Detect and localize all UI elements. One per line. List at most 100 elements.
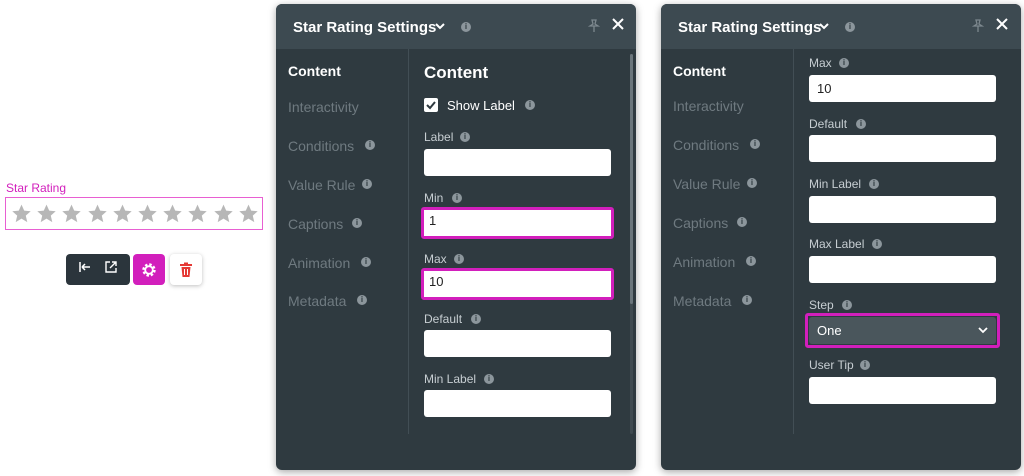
- info-icon: i: [461, 22, 471, 32]
- star-icon[interactable]: [135, 202, 160, 226]
- default-field-label: Default: [424, 312, 463, 326]
- info-icon: i: [352, 218, 362, 228]
- user-tip-field-label: User Tip: [809, 358, 854, 372]
- nav-metadata[interactable]: Metadata: [288, 293, 346, 309]
- info-icon: i: [742, 295, 752, 305]
- settings-button[interactable]: [133, 254, 165, 285]
- min-input[interactable]: 1: [421, 207, 614, 239]
- star-icon[interactable]: [59, 202, 84, 226]
- external-link-icon[interactable]: [104, 260, 118, 279]
- panel-divider: [793, 49, 794, 434]
- panel-title: Star Rating Settings: [293, 19, 437, 36]
- star-icon[interactable]: [9, 202, 34, 226]
- step-select[interactable]: One: [809, 317, 996, 344]
- info-icon: i: [361, 257, 371, 267]
- max-input[interactable]: 10: [421, 268, 614, 300]
- min-field-label: Min: [424, 191, 444, 205]
- info-icon: i: [839, 58, 849, 68]
- info-icon: i: [842, 300, 852, 310]
- info-icon: i: [872, 239, 882, 249]
- panel-header: Star Rating Settings i: [661, 4, 1021, 49]
- min-label-field-label: Min Label: [424, 372, 477, 386]
- star-icon[interactable]: [236, 202, 261, 226]
- info-icon: i: [737, 217, 747, 227]
- info-icon: i: [454, 254, 464, 264]
- nav-captions[interactable]: Captions: [673, 215, 728, 231]
- star-rating-widget[interactable]: [5, 197, 263, 230]
- settings-panel-1: Star Rating Settings i Content Interacti…: [276, 4, 636, 470]
- info-icon: i: [357, 295, 367, 305]
- info-icon: i: [856, 119, 866, 129]
- chevron-down-icon[interactable]: [434, 21, 446, 31]
- star-icon[interactable]: [85, 202, 110, 226]
- show-label-text: Show Label: [447, 98, 515, 113]
- star-icon[interactable]: [211, 202, 236, 226]
- chevron-down-icon: [978, 327, 988, 334]
- nav-value-rule[interactable]: Value Rule: [288, 177, 355, 193]
- widget-label: Star Rating: [6, 181, 67, 195]
- info-icon: i: [471, 314, 481, 324]
- default-input[interactable]: [424, 330, 611, 357]
- widget-toolbar: [66, 254, 130, 285]
- delete-button[interactable]: [170, 254, 202, 285]
- info-icon: i: [362, 179, 372, 189]
- show-label-checkbox[interactable]: [424, 98, 438, 112]
- nav-animation[interactable]: Animation: [288, 255, 350, 271]
- pin-icon[interactable]: [972, 19, 984, 33]
- scrollbar-thumb[interactable]: [630, 54, 633, 304]
- default-input[interactable]: [809, 135, 996, 162]
- check-icon: [426, 101, 436, 110]
- info-icon: i: [460, 132, 470, 142]
- panel-header: Star Rating Settings i: [276, 4, 636, 49]
- nav-conditions[interactable]: Conditions: [288, 138, 354, 154]
- star-icon[interactable]: [110, 202, 135, 226]
- star-icon[interactable]: [160, 202, 185, 226]
- default-field-label: Default: [809, 117, 848, 131]
- min-label-field-label: Min Label: [809, 177, 862, 191]
- nav-interactivity[interactable]: Interactivity: [288, 99, 359, 115]
- label-field-label: Label: [424, 130, 454, 144]
- info-icon: i: [746, 256, 756, 266]
- chevron-down-icon[interactable]: [818, 21, 830, 31]
- nav-captions[interactable]: Captions: [288, 216, 343, 232]
- nav-content[interactable]: Content: [288, 63, 341, 79]
- gear-icon: [142, 262, 156, 277]
- max-input[interactable]: 10: [809, 75, 996, 102]
- star-icon[interactable]: [185, 202, 210, 226]
- star-icon[interactable]: [34, 202, 59, 226]
- max-label-input[interactable]: [809, 256, 996, 283]
- nav-content[interactable]: Content: [673, 63, 726, 79]
- settings-panel-2: Star Rating Settings i Content Interacti…: [661, 4, 1021, 470]
- nav-interactivity[interactable]: Interactivity: [673, 98, 744, 114]
- panel-title: Star Rating Settings: [678, 19, 822, 36]
- min-label-input[interactable]: [424, 390, 611, 417]
- info-icon: i: [750, 139, 760, 149]
- max-field-label: Max: [424, 252, 447, 266]
- info-icon: i: [845, 22, 855, 32]
- close-icon[interactable]: [995, 16, 1009, 32]
- nav-conditions[interactable]: Conditions: [673, 137, 739, 153]
- info-icon: i: [365, 140, 375, 150]
- dock-left-icon[interactable]: [78, 260, 92, 279]
- step-field-label: Step: [809, 298, 834, 312]
- nav-metadata[interactable]: Metadata: [673, 293, 731, 309]
- min-label-input[interactable]: [809, 196, 996, 223]
- info-icon: i: [869, 179, 879, 189]
- close-icon[interactable]: [611, 16, 625, 32]
- info-icon: i: [452, 193, 462, 203]
- label-input[interactable]: [424, 149, 611, 176]
- pin-icon[interactable]: [588, 19, 600, 33]
- max-label-field-label: Max Label: [809, 237, 865, 251]
- user-tip-input[interactable]: [809, 377, 996, 404]
- nav-value-rule[interactable]: Value Rule: [673, 176, 740, 192]
- section-title: Content: [424, 63, 489, 82]
- info-icon: i: [860, 360, 870, 370]
- info-icon: i: [484, 374, 494, 384]
- step-select-value: One: [817, 323, 842, 338]
- nav-animation[interactable]: Animation: [673, 254, 735, 270]
- info-icon: i: [747, 178, 757, 188]
- trash-icon: [180, 262, 192, 277]
- info-icon: i: [525, 100, 535, 110]
- max-field-label: Max: [809, 56, 832, 70]
- panel-divider: [408, 49, 409, 434]
